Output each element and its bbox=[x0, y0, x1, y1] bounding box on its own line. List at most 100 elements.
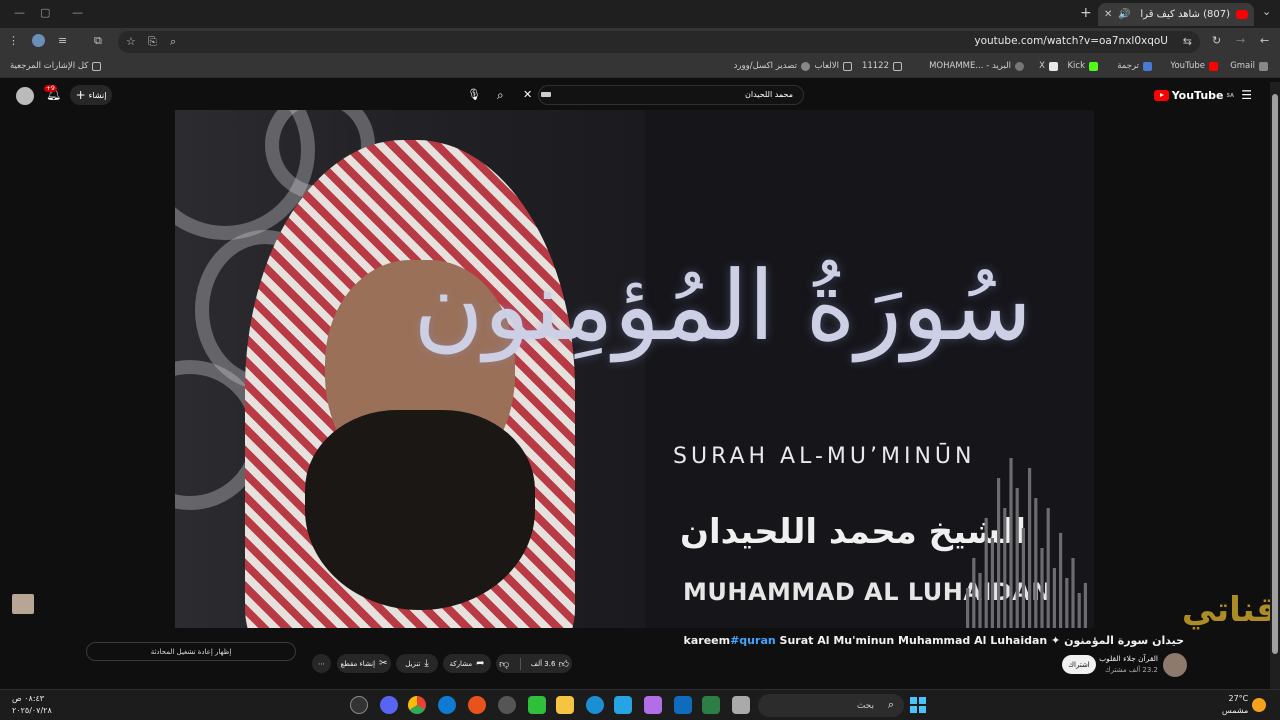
new-tab-button[interactable]: + bbox=[1080, 5, 1092, 21]
tab-title: (807) شاهد كيف قرأ محمد ال bbox=[1137, 9, 1230, 20]
wave-bar bbox=[1021, 528, 1025, 628]
outlook-icon[interactable] bbox=[674, 696, 692, 714]
install-icon[interactable]: ⎘ bbox=[148, 35, 157, 49]
close-window-icon[interactable]: — bbox=[14, 6, 25, 19]
bookmark-folder-games[interactable]: الالعاب bbox=[815, 61, 852, 71]
quran-hashtag-link[interactable]: #quran bbox=[730, 634, 776, 647]
bookmark-youtube[interactable]: YouTube bbox=[1170, 61, 1218, 71]
bookmark-x[interactable]: X bbox=[1039, 61, 1058, 71]
download-button[interactable]: ⤓ تنزيل bbox=[396, 654, 438, 673]
wave-bar bbox=[997, 478, 1001, 628]
file-explorer-icon[interactable] bbox=[556, 696, 574, 714]
miniplayer-thumbnail[interactable] bbox=[12, 594, 34, 614]
weather-widget[interactable]: 27°C مشمس bbox=[1222, 693, 1248, 717]
reciter-beard bbox=[305, 410, 535, 610]
bookmarks-bar: Gmail YouTube ترجمة Kick X البريد - ...M… bbox=[0, 56, 1280, 78]
bookmark-folder-11122[interactable]: 11122 bbox=[862, 61, 902, 71]
wave-bar bbox=[1065, 578, 1069, 628]
page-scrollbar[interactable] bbox=[1270, 82, 1280, 692]
wave-bar bbox=[1028, 468, 1032, 628]
keyboard-icon[interactable] bbox=[541, 92, 551, 97]
bookmark-kick[interactable]: Kick bbox=[1067, 61, 1098, 71]
wave-bar bbox=[1003, 508, 1007, 628]
store-icon[interactable] bbox=[702, 696, 720, 714]
youtube-logo[interactable]: YouTube SA bbox=[1153, 89, 1234, 102]
wave-bar bbox=[1015, 488, 1019, 628]
edge-icon[interactable] bbox=[586, 696, 604, 714]
tab-search-icon[interactable]: ⌄ bbox=[1262, 5, 1271, 18]
subscribe-button[interactable]: اشتراك bbox=[1062, 655, 1096, 674]
bookmark-translate[interactable]: ترجمة bbox=[1117, 61, 1152, 71]
omnibox[interactable]: ☆ ⎘ ⌕ youtube.com/watch?v=oa7nxl0xqoU ⇆ bbox=[118, 31, 1200, 53]
more-actions-button[interactable]: ⋯ bbox=[312, 654, 331, 673]
app-orange-icon[interactable] bbox=[468, 696, 486, 714]
speaker-icon[interactable]: 🔊 bbox=[1118, 9, 1130, 20]
back-icon[interactable]: ← bbox=[1260, 34, 1269, 47]
app-icon[interactable] bbox=[614, 696, 632, 714]
show-chat-replay-button[interactable]: إظهار إعادة تشغيل المحادثة bbox=[86, 642, 296, 661]
profile-avatar[interactable] bbox=[32, 34, 45, 47]
steam-icon[interactable] bbox=[498, 696, 516, 714]
create-button[interactable]: + إنشاء bbox=[70, 85, 112, 105]
wave-bar bbox=[1052, 568, 1056, 628]
share-button[interactable]: ➦ مشاركة bbox=[443, 654, 491, 673]
wave-bar bbox=[1071, 558, 1075, 628]
windows-taskbar: 27°C مشمس بحث ⌕ ٠٨:٤٣ ص ٢٠٢٥/٠٧/٢٨ bbox=[0, 689, 1280, 720]
tab-close-icon[interactable]: ✕ bbox=[1104, 9, 1112, 20]
bookmark-mail[interactable]: البريد - ...MOHAMME bbox=[929, 61, 1024, 71]
url-text[interactable]: youtube.com/watch?v=oa7nxl0xqoU bbox=[974, 35, 1168, 47]
wave-bar bbox=[984, 518, 988, 628]
youtube-favicon-icon bbox=[1236, 10, 1248, 19]
wave-bar bbox=[1034, 498, 1038, 628]
search-input[interactable]: محمد اللحيدان 🎙 ⌕ ✕ bbox=[467, 85, 804, 105]
channel-avatar[interactable] bbox=[1163, 653, 1187, 677]
search-icon[interactable]: ⌕ bbox=[497, 88, 504, 103]
like-button[interactable]: 👍︎ 3.6 ألف bbox=[531, 658, 569, 670]
bookmark-star-icon[interactable]: ☆ bbox=[126, 35, 136, 48]
extensions-icon[interactable]: ⧉ bbox=[94, 34, 102, 48]
bookmark-gmail[interactable]: Gmail bbox=[1230, 61, 1268, 71]
copilot-icon[interactable] bbox=[644, 696, 662, 714]
site-settings-icon[interactable]: ⇆ bbox=[1183, 35, 1192, 48]
hamburger-menu-icon[interactable]: ☰ bbox=[1241, 88, 1252, 102]
bookmark-export[interactable]: تصدير اكسل/وورد bbox=[734, 61, 810, 71]
active-tab[interactable]: (807) شاهد كيف قرأ محمد ال 🔊 ✕ bbox=[1098, 3, 1254, 26]
video-player[interactable]: سُورَةُ المُؤمِنون SURAH AL-MU’MINŪN الش… bbox=[175, 110, 1094, 628]
wave-bar bbox=[966, 588, 970, 628]
channel-name[interactable]: القرآن جلاء القلوب bbox=[1099, 654, 1158, 663]
kick-icon bbox=[1089, 61, 1098, 71]
clock[interactable]: ٠٨:٤٣ ص ٢٠٢٥/٠٧/٢٨ bbox=[12, 693, 52, 717]
hp-icon[interactable] bbox=[438, 696, 456, 714]
voice-search-icon[interactable]: 🎙 bbox=[467, 88, 481, 101]
taskbar-search-input[interactable]: بحث ⌕ bbox=[758, 694, 904, 717]
plus-icon: + bbox=[75, 88, 86, 102]
menu-icon[interactable]: ⋮ bbox=[8, 34, 19, 47]
app-green-icon[interactable] bbox=[528, 696, 546, 714]
folder-icon bbox=[893, 61, 902, 71]
wave-bar bbox=[1040, 548, 1044, 628]
clip-button[interactable]: ✂ إنشاء مقطع bbox=[337, 654, 391, 673]
channel-subscriber-count: 23.2 ألف مشترك bbox=[1104, 666, 1158, 674]
zoom-icon[interactable]: ⌕ bbox=[170, 35, 176, 49]
dislike-button[interactable]: 👎︎ bbox=[499, 658, 509, 670]
windows-start-icon[interactable] bbox=[910, 697, 926, 713]
obs-icon[interactable] bbox=[350, 696, 368, 714]
all-bookmarks[interactable]: كل الإشارات المرجعية bbox=[10, 61, 102, 71]
minimize-window-icon[interactable]: — bbox=[72, 6, 83, 19]
discord-icon[interactable] bbox=[380, 696, 398, 714]
forward-icon[interactable]: → bbox=[1236, 34, 1245, 47]
youtube-header: ☰ YouTube SA محمد اللحيدان 🎙 ⌕ ✕ + إنشاء… bbox=[0, 82, 1270, 110]
youtube-icon bbox=[1209, 61, 1218, 71]
task-view-icon[interactable] bbox=[732, 696, 750, 714]
wave-bar bbox=[1059, 533, 1063, 628]
clear-search-icon[interactable]: ✕ bbox=[523, 88, 532, 101]
downloads-icon[interactable]: ≡ bbox=[58, 34, 67, 47]
restore-window-icon[interactable]: ▢ bbox=[40, 6, 50, 19]
like-dislike-group: 👍︎ 3.6 ألف 👎︎ bbox=[496, 654, 572, 673]
wave-bar bbox=[972, 558, 976, 628]
scroll-thumb[interactable] bbox=[1272, 94, 1278, 654]
account-avatar[interactable] bbox=[16, 87, 34, 105]
chrome-icon[interactable] bbox=[408, 696, 426, 714]
wave-bar bbox=[1083, 583, 1087, 628]
reload-icon[interactable]: ↻ bbox=[1212, 34, 1221, 47]
